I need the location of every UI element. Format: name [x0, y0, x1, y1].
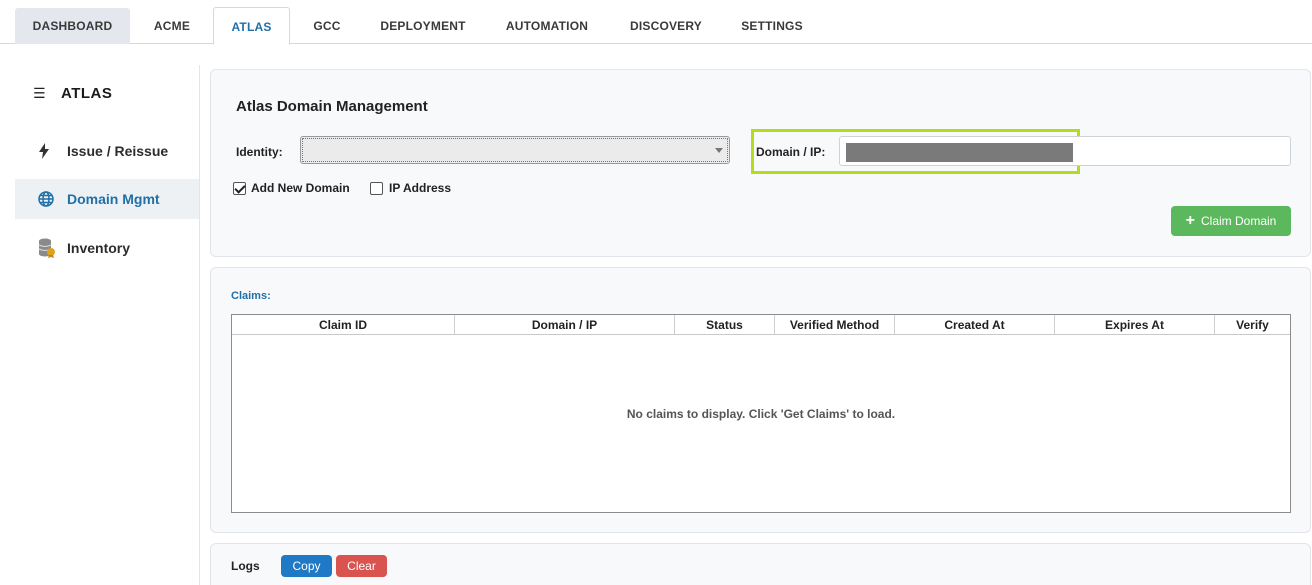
sidebar-item-inventory[interactable]: Inventory — [15, 228, 199, 268]
claim-domain-label: Claim Domain — [1200, 214, 1277, 228]
empty-table-message: No claims to display. Click 'Get Claims'… — [626, 407, 896, 421]
sidebar-title: ATLAS — [61, 84, 113, 102]
clear-logs-button[interactable]: Clear — [336, 555, 387, 577]
ip-address-checkbox[interactable] — [370, 182, 383, 195]
column-header-domain-ip[interactable]: Domain / IP — [455, 315, 675, 335]
column-header-created-at[interactable]: Created At — [895, 315, 1055, 335]
tab-gcc[interactable]: GCC — [300, 8, 354, 44]
redacted-domain-value — [846, 143, 1073, 162]
add-new-domain-checkbox[interactable] — [233, 182, 246, 195]
logs-panel: Logs Copy Clear — [210, 543, 1311, 585]
identity-label: Identity: — [236, 145, 283, 159]
tab-deployment[interactable]: DEPLOYMENT — [368, 8, 478, 44]
domain-management-panel: Atlas Domain Management Identity: Domain… — [210, 69, 1311, 257]
sidebar-item-label: Inventory — [67, 240, 131, 256]
top-tab-bar: DASHBOARD ACME ATLAS GCC DEPLOYMENT AUTO… — [0, 0, 1312, 45]
claims-panel: Claims: Claim ID Domain / IP Status Veri… — [210, 267, 1311, 533]
claims-label: Claims: — [231, 290, 271, 302]
hamburger-menu-icon[interactable]: ☰ — [33, 85, 61, 102]
column-header-verified-method[interactable]: Verified Method — [775, 315, 895, 335]
tab-settings[interactable]: SETTINGS — [728, 8, 816, 44]
tab-atlas[interactable]: ATLAS — [213, 7, 290, 45]
add-new-domain-label: Add New Domain — [251, 181, 350, 195]
plus-icon: + — [1185, 212, 1195, 229]
globe-icon — [38, 191, 67, 207]
tab-dashboard[interactable]: DASHBOARD — [15, 8, 130, 44]
database-certificate-icon — [38, 238, 67, 258]
domain-ip-label: Domain / IP: — [756, 145, 826, 159]
chevron-down-icon — [715, 148, 723, 153]
sidebar-item-domain-mgmt[interactable]: Domain Mgmt — [15, 179, 199, 219]
sidebar-item-label: Domain Mgmt — [67, 191, 160, 207]
claims-table: Claim ID Domain / IP Status Verified Met… — [231, 314, 1291, 513]
copy-logs-button[interactable]: Copy — [281, 555, 332, 577]
tab-discovery[interactable]: DISCOVERY — [618, 8, 714, 44]
panel-title: Atlas Domain Management — [236, 98, 428, 115]
sidebar-header: ☰ ATLAS — [33, 83, 112, 103]
column-header-expires-at[interactable]: Expires At — [1055, 315, 1215, 335]
column-header-status[interactable]: Status — [675, 315, 775, 335]
sidebar-item-issue-reissue[interactable]: Issue / Reissue — [15, 131, 199, 171]
lightning-icon — [38, 143, 67, 159]
tab-automation[interactable]: AUTOMATION — [490, 8, 604, 44]
tab-acme[interactable]: ACME — [140, 8, 204, 44]
column-header-claim-id[interactable]: Claim ID — [232, 315, 455, 335]
sidebar-item-label: Issue / Reissue — [67, 143, 169, 159]
sidebar: ☰ ATLAS Issue / Reissue Domain Mgmt Inve… — [15, 65, 200, 585]
identity-select[interactable] — [300, 136, 730, 164]
claim-domain-button[interactable]: + Claim Domain — [1171, 206, 1291, 236]
ip-address-label: IP Address — [389, 181, 452, 195]
column-header-verify[interactable]: Verify — [1215, 315, 1290, 335]
logs-label: Logs — [231, 559, 260, 573]
claims-table-header: Claim ID Domain / IP Status Verified Met… — [232, 315, 1290, 335]
